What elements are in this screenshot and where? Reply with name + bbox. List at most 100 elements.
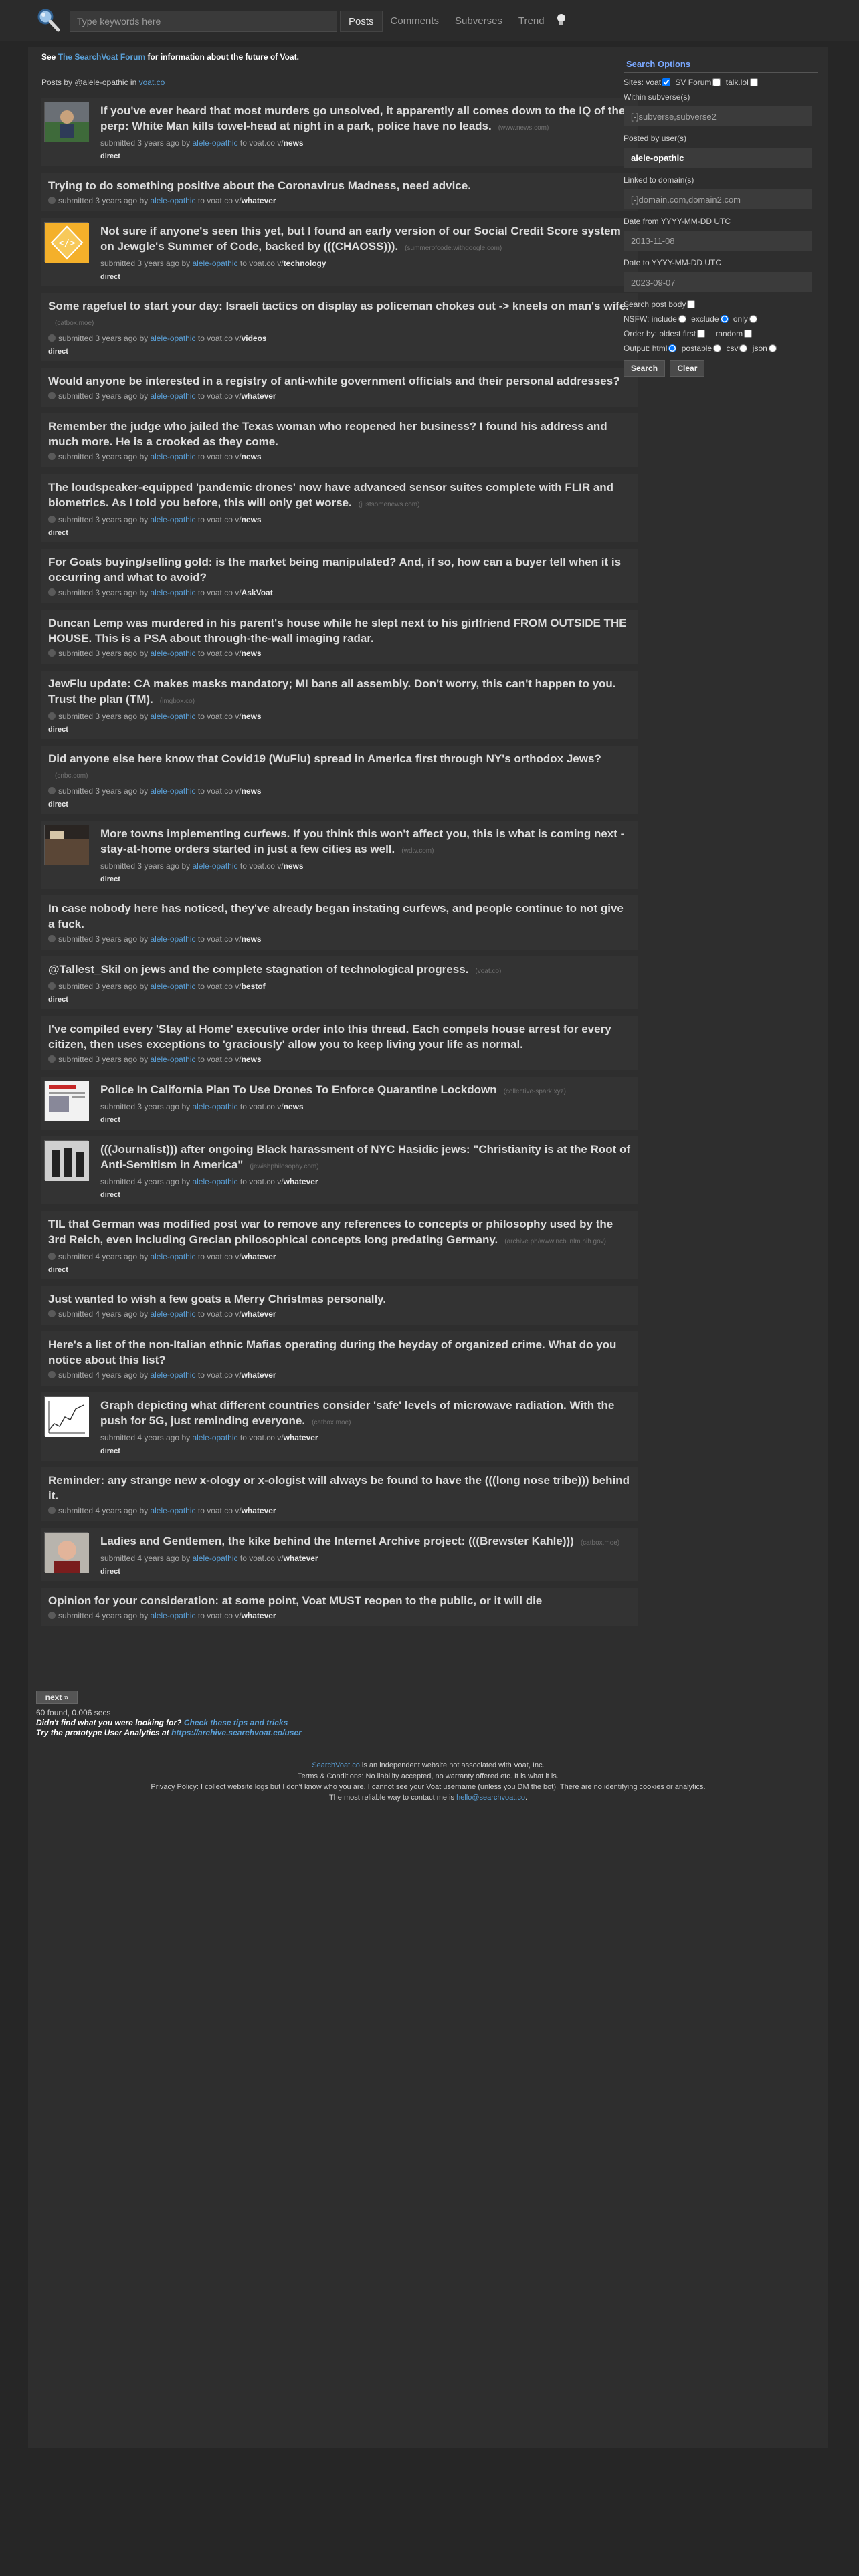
- post-author-link[interactable]: alele-opathic: [150, 1506, 195, 1515]
- post-thumbnail[interactable]: [44, 1081, 89, 1121]
- post-title[interactable]: @Tallest_Skil on jews and the complete s…: [48, 962, 632, 979]
- post-title-text[interactable]: @Tallest_Skil on jews and the complete s…: [48, 963, 468, 976]
- post-title[interactable]: Just wanted to wish a few goats a Merry …: [48, 1291, 632, 1307]
- direct-link[interactable]: direct: [48, 996, 632, 1004]
- post-subverse-link[interactable]: whatever: [284, 1553, 318, 1563]
- post-title[interactable]: The loudspeaker-equipped 'pandemic drone…: [48, 479, 632, 512]
- output-html-radio[interactable]: [668, 344, 677, 352]
- direct-link[interactable]: direct: [100, 875, 632, 883]
- post-author-link[interactable]: alele-opathic: [150, 712, 195, 721]
- tips-link[interactable]: Check these tips and tricks: [184, 1718, 288, 1727]
- post-title[interactable]: Would anyone be interested in a registry…: [48, 373, 632, 389]
- nsfw-only-radio[interactable]: [749, 315, 757, 323]
- post-subverse-link[interactable]: whatever: [242, 1252, 276, 1261]
- direct-link[interactable]: direct: [48, 348, 632, 356]
- post-title[interactable]: Reminder: any strange new x-ology or x-o…: [48, 1473, 632, 1503]
- post-subverse-link[interactable]: news: [284, 138, 304, 148]
- tab-trend[interactable]: Trend: [510, 11, 553, 32]
- expand-icon[interactable]: [48, 1055, 56, 1063]
- post-author-link[interactable]: alele-opathic: [150, 786, 195, 796]
- direct-link[interactable]: direct: [100, 1116, 632, 1124]
- post-subverse-link[interactable]: whatever: [242, 1370, 276, 1380]
- expand-icon[interactable]: [48, 392, 56, 399]
- post-subverse-link[interactable]: bestof: [242, 982, 266, 991]
- expand-icon[interactable]: [48, 935, 56, 942]
- post-thumbnail[interactable]: </>: [44, 222, 89, 263]
- tab-comments[interactable]: Comments: [383, 11, 448, 32]
- search-logo-icon[interactable]: [35, 7, 62, 33]
- lightbulb-icon[interactable]: [553, 11, 570, 32]
- expand-icon[interactable]: [48, 712, 56, 720]
- post-title-text[interactable]: More towns implementing curfews. If you …: [100, 827, 624, 855]
- post-author-link[interactable]: alele-opathic: [150, 391, 195, 401]
- post-title[interactable]: If you've ever heard that most murders g…: [100, 103, 632, 136]
- post-title-text[interactable]: Would anyone be interested in a registry…: [48, 374, 620, 387]
- post-title[interactable]: Some ragefuel to start your day: Israeli…: [48, 298, 632, 331]
- expand-icon[interactable]: [48, 197, 56, 204]
- post-title[interactable]: I've compiled every 'Stay at Home' execu…: [48, 1021, 632, 1052]
- expand-icon[interactable]: [48, 588, 56, 596]
- site-talk-checkbox[interactable]: [749, 78, 758, 86]
- post-subverse-link[interactable]: news: [284, 861, 304, 871]
- output-csv-radio[interactable]: [739, 344, 748, 352]
- expand-icon[interactable]: [48, 787, 56, 794]
- direct-link[interactable]: direct: [48, 1266, 632, 1274]
- tab-subverses[interactable]: Subverses: [447, 11, 510, 32]
- post-subverse-link[interactable]: whatever: [242, 1309, 276, 1319]
- post-title[interactable]: Remember the judge who jailed the Texas …: [48, 419, 632, 449]
- post-author-link[interactable]: alele-opathic: [192, 259, 237, 268]
- user-input[interactable]: [624, 148, 812, 168]
- post-subverse-link[interactable]: news: [242, 452, 262, 461]
- date-from-input[interactable]: [624, 231, 812, 251]
- post-title-text[interactable]: JewFlu update: CA makes masks mandatory;…: [48, 677, 616, 706]
- post-subverse-link[interactable]: videos: [242, 334, 267, 343]
- subverse-input[interactable]: [624, 106, 812, 126]
- post-title-text[interactable]: Not sure if anyone's seen this yet, but …: [100, 225, 621, 253]
- site-sv-checkbox[interactable]: [712, 78, 721, 86]
- direct-link[interactable]: direct: [48, 800, 632, 809]
- post-thumbnail[interactable]: [44, 825, 89, 865]
- expand-icon[interactable]: [48, 453, 56, 460]
- next-page-button[interactable]: next »: [36, 1691, 78, 1704]
- expand-icon[interactable]: [48, 1371, 56, 1378]
- post-title-text[interactable]: Remember the judge who jailed the Texas …: [48, 420, 607, 448]
- post-subverse-link[interactable]: news: [284, 1102, 304, 1111]
- expand-icon[interactable]: [48, 516, 56, 523]
- output-json-radio[interactable]: [768, 344, 777, 352]
- post-author-link[interactable]: alele-opathic: [150, 1611, 195, 1620]
- post-title-text[interactable]: Just wanted to wish a few goats a Merry …: [48, 1293, 386, 1305]
- post-author-link[interactable]: alele-opathic: [150, 982, 195, 991]
- expand-icon[interactable]: [48, 1612, 56, 1619]
- post-title[interactable]: Ladies and Gentlemen, the kike behind th…: [100, 1533, 632, 1551]
- post-author-link[interactable]: alele-opathic: [150, 1309, 195, 1319]
- post-subverse-link[interactable]: whatever: [284, 1433, 318, 1442]
- post-subverse-link[interactable]: news: [242, 515, 262, 524]
- post-title[interactable]: For Goats buying/selling gold: is the ma…: [48, 554, 632, 585]
- post-author-link[interactable]: alele-opathic: [192, 1553, 237, 1563]
- post-title[interactable]: Opinion for your consideration: at some …: [48, 1593, 632, 1608]
- post-author-link[interactable]: alele-opathic: [150, 588, 195, 597]
- post-author-link[interactable]: alele-opathic: [192, 1433, 237, 1442]
- direct-link[interactable]: direct: [48, 529, 632, 537]
- post-title[interactable]: More towns implementing curfews. If you …: [100, 826, 632, 859]
- post-title-text[interactable]: For Goats buying/selling gold: is the ma…: [48, 556, 621, 584]
- date-to-input[interactable]: [624, 272, 812, 292]
- post-subverse-link[interactable]: whatever: [242, 1611, 276, 1620]
- search-body-checkbox[interactable]: [687, 300, 696, 308]
- post-title-text[interactable]: I've compiled every 'Stay at Home' execu…: [48, 1023, 611, 1051]
- direct-link[interactable]: direct: [100, 273, 632, 281]
- post-subverse-link[interactable]: whatever: [284, 1177, 318, 1186]
- analytics-link[interactable]: https://archive.searchvoat.co/user: [171, 1728, 302, 1737]
- direct-link[interactable]: direct: [100, 1447, 632, 1455]
- post-title-text[interactable]: Ladies and Gentlemen, the kike behind th…: [100, 1535, 574, 1547]
- domain-input[interactable]: [624, 189, 812, 209]
- post-thumbnail[interactable]: [44, 1532, 89, 1573]
- direct-link[interactable]: direct: [100, 1568, 632, 1576]
- post-title-text[interactable]: Some ragefuel to start your day: Israeli…: [48, 300, 629, 312]
- post-subverse-link[interactable]: AskVoat: [242, 588, 273, 597]
- post-title[interactable]: Duncan Lemp was murdered in his parent's…: [48, 615, 632, 646]
- post-author-link[interactable]: alele-opathic: [150, 334, 195, 343]
- post-author-link[interactable]: alele-opathic: [192, 1177, 237, 1186]
- post-title[interactable]: Police In California Plan To Use Drones …: [100, 1082, 632, 1099]
- post-author-link[interactable]: alele-opathic: [150, 1055, 195, 1064]
